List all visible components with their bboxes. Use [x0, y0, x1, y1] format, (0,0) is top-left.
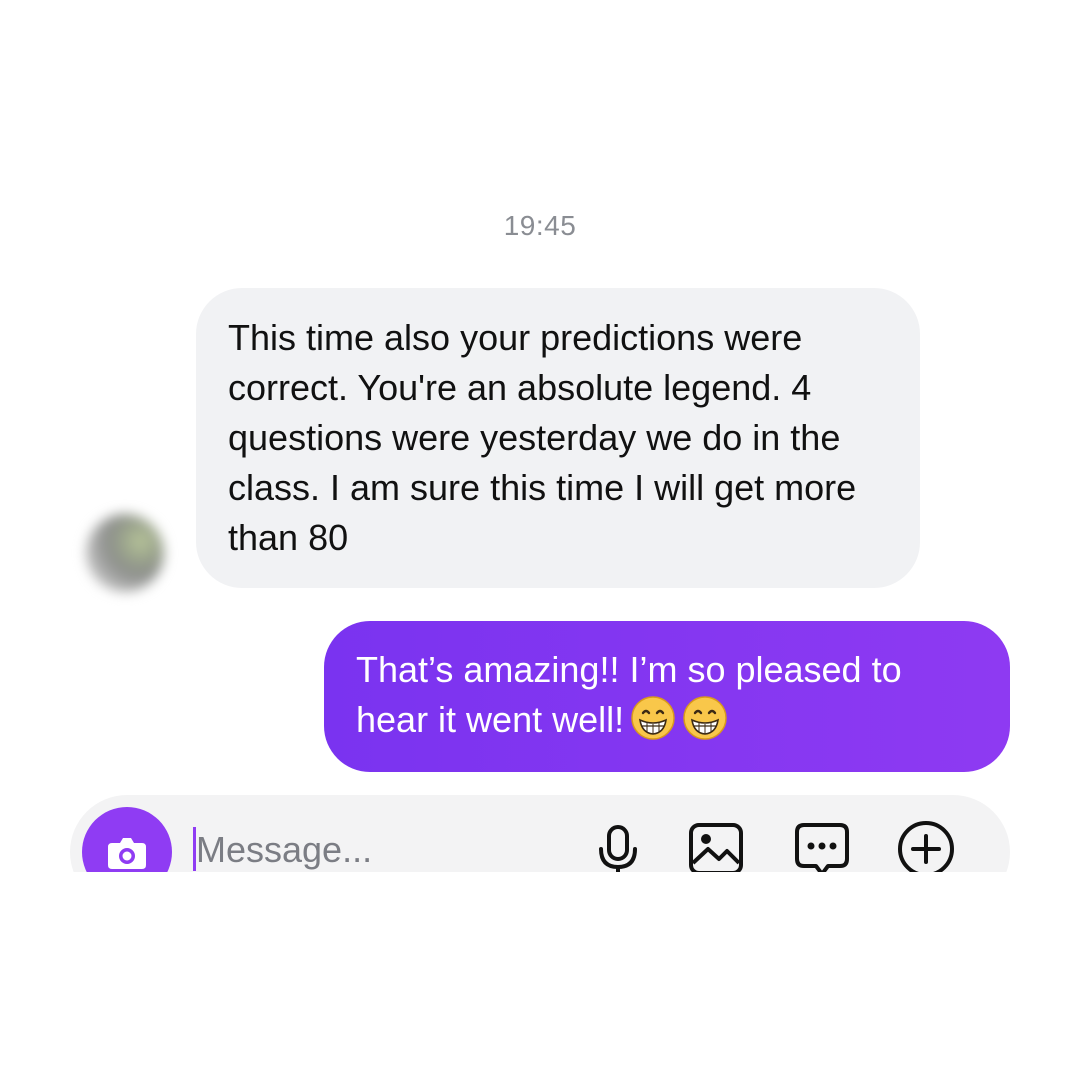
gallery-icon [689, 823, 743, 872]
microphone-icon [599, 825, 637, 872]
camera-button[interactable] [82, 807, 172, 872]
sticker-chat-icon [795, 823, 849, 872]
chat-screen: 19:45 This time also your predictions we… [0, 0, 1080, 1080]
plus-circle-icon [898, 821, 954, 872]
microphone-button[interactable] [588, 819, 648, 872]
message-input[interactable] [196, 825, 576, 872]
sticker-button[interactable] [792, 819, 852, 872]
message-composer [70, 795, 1010, 872]
gallery-button[interactable] [686, 819, 746, 872]
more-button[interactable] [896, 819, 956, 872]
composer-region [0, 0, 1080, 872]
camera-icon [108, 838, 146, 869]
